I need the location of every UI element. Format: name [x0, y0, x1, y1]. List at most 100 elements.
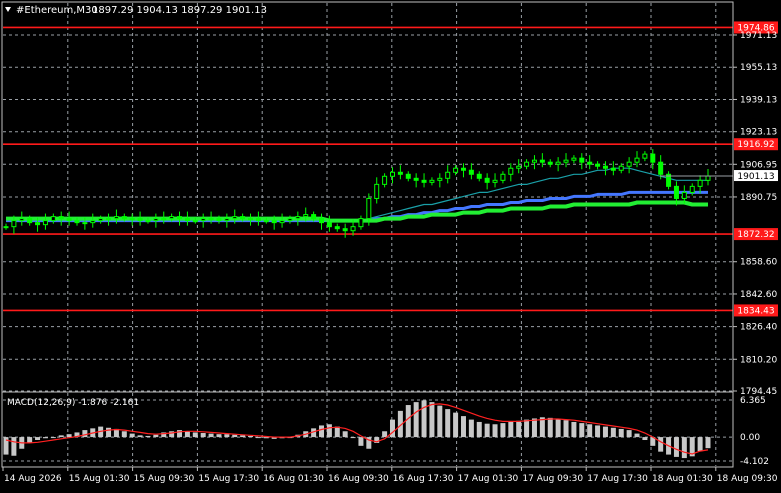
- candle-body[interactable]: [137, 218, 143, 222]
- candle-body[interactable]: [224, 218, 230, 222]
- candle-body[interactable]: [642, 153, 648, 159]
- macd-histogram-bar: [27, 437, 33, 443]
- candle-body[interactable]: [595, 163, 601, 167]
- candle-body[interactable]: [184, 218, 190, 222]
- candle-body[interactable]: [192, 220, 198, 223]
- candle-body[interactable]: [389, 171, 395, 177]
- candle-body[interactable]: [58, 216, 64, 220]
- candle-body[interactable]: [610, 167, 616, 171]
- candle-body[interactable]: [342, 228, 348, 232]
- candle-body[interactable]: [326, 222, 332, 228]
- candle-body[interactable]: [650, 153, 656, 163]
- candle-body[interactable]: [484, 177, 490, 183]
- candle-body[interactable]: [453, 167, 459, 173]
- candle-body[interactable]: [413, 177, 419, 181]
- candle-body[interactable]: [263, 220, 269, 223]
- candle-body[interactable]: [579, 157, 585, 163]
- candle-body[interactable]: [295, 216, 301, 220]
- candle-body[interactable]: [587, 161, 593, 165]
- candle-body[interactable]: [319, 218, 325, 224]
- candle-body[interactable]: [35, 222, 41, 226]
- candle-body[interactable]: [547, 161, 553, 165]
- candle-body[interactable]: [255, 218, 261, 222]
- candle-body[interactable]: [113, 216, 119, 220]
- macd-histogram-bar: [3, 437, 9, 455]
- candle-body[interactable]: [98, 218, 104, 222]
- candle-body[interactable]: [445, 171, 451, 179]
- candle-body[interactable]: [634, 157, 640, 163]
- trading-chart[interactable]: 1974.86 1916.92 1872.32 1834.43 1971.13 1955…: [0, 0, 781, 489]
- candle-body[interactable]: [169, 216, 175, 220]
- candle-body[interactable]: [429, 179, 435, 183]
- chart-canvas[interactable]: 1974.861916.921872.321834.43 1971.131955…: [0, 0, 781, 489]
- candle-body[interactable]: [90, 220, 96, 224]
- candle-body[interactable]: [161, 218, 167, 221]
- candle-body[interactable]: [681, 191, 687, 199]
- candle-body[interactable]: [200, 218, 206, 222]
- candle-body[interactable]: [602, 165, 608, 169]
- candle-body[interactable]: [121, 216, 127, 220]
- candle-body[interactable]: [50, 216, 56, 222]
- ohlc-readout: 1897.29 1904.13 1897.29 1901.13: [92, 5, 267, 16]
- candle-body[interactable]: [232, 216, 238, 220]
- level-price-label: 1916.92: [737, 140, 774, 150]
- candle-body[interactable]: [19, 218, 25, 222]
- candle-body[interactable]: [66, 218, 72, 222]
- candle-body[interactable]: [626, 161, 632, 167]
- candle-body[interactable]: [571, 157, 577, 161]
- candle-body[interactable]: [705, 175, 711, 181]
- candle-body[interactable]: [437, 177, 443, 181]
- candle-body[interactable]: [468, 169, 474, 175]
- macd-histogram-bar: [121, 431, 127, 438]
- price-tick-label: 1955.13: [740, 63, 777, 73]
- candle-body[interactable]: [216, 218, 222, 222]
- candle-body[interactable]: [42, 220, 48, 226]
- candle-body[interactable]: [516, 165, 522, 169]
- candle-body[interactable]: [3, 226, 9, 229]
- candle-body[interactable]: [697, 179, 703, 187]
- candle-body[interactable]: [421, 179, 427, 183]
- candle-body[interactable]: [27, 218, 33, 224]
- candle-body[interactable]: [689, 185, 695, 193]
- candle-body[interactable]: [382, 175, 388, 185]
- candle-body[interactable]: [563, 159, 569, 163]
- macd-tick-label: 6.365: [740, 396, 766, 406]
- candle-body[interactable]: [279, 220, 285, 224]
- macd-histogram-bar: [358, 437, 364, 446]
- candle-body[interactable]: [11, 220, 17, 228]
- candle-body[interactable]: [658, 161, 664, 175]
- candle-body[interactable]: [460, 167, 466, 171]
- candle-body[interactable]: [539, 159, 545, 163]
- candle-body[interactable]: [82, 222, 88, 225]
- candle-body[interactable]: [240, 216, 246, 220]
- candle-body[interactable]: [618, 165, 624, 171]
- time-tick-label: 17 Aug 09:30: [522, 474, 583, 484]
- candle-body[interactable]: [208, 218, 214, 221]
- candle-body[interactable]: [287, 218, 293, 222]
- candle-body[interactable]: [405, 173, 411, 179]
- candle-body[interactable]: [555, 161, 561, 165]
- candle-body[interactable]: [153, 218, 159, 222]
- candle-body[interactable]: [366, 197, 372, 220]
- candle-body[interactable]: [531, 159, 537, 163]
- candle-body[interactable]: [106, 218, 112, 221]
- candle-body[interactable]: [508, 167, 514, 175]
- candle-body[interactable]: [524, 161, 530, 167]
- candle-body[interactable]: [397, 171, 403, 175]
- candle-body[interactable]: [177, 216, 183, 220]
- candle-body[interactable]: [492, 179, 498, 183]
- candle-body[interactable]: [500, 173, 506, 181]
- candle-body[interactable]: [303, 214, 309, 218]
- candle-body[interactable]: [374, 183, 380, 199]
- candle-body[interactable]: [311, 214, 317, 220]
- candle-body[interactable]: [271, 220, 277, 224]
- candle-body[interactable]: [74, 220, 80, 224]
- candle-body[interactable]: [358, 218, 364, 228]
- candle-body[interactable]: [476, 173, 482, 179]
- candle-body[interactable]: [334, 226, 340, 230]
- candle-body[interactable]: [350, 226, 356, 232]
- candle-body[interactable]: [129, 218, 135, 221]
- candle-body[interactable]: [248, 218, 254, 221]
- candle-body[interactable]: [145, 220, 151, 223]
- candle-body[interactable]: [673, 185, 679, 199]
